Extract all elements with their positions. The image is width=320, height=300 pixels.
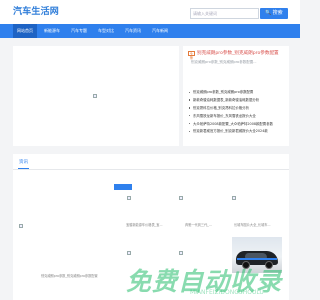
broken-image-icon[interactable] xyxy=(127,251,131,255)
grid-caption[interactable]: 别克威朗pro参数_别克威朗pro参数配置 xyxy=(41,273,98,278)
broken-image-icon[interactable] xyxy=(19,224,23,228)
car-accent-stripe xyxy=(237,258,277,260)
broken-image-icon[interactable] xyxy=(127,196,131,200)
search-input[interactable]: 请输入关键词 xyxy=(190,8,259,19)
nav-item-info[interactable]: 汽车资讯 xyxy=(121,24,145,38)
list-item-label: 东风雪铁龙新车报价_东风雪铁龙报价大全 xyxy=(193,113,256,118)
main-nav: 网站首页 新能源车 汽车专题 车型对比 汽车资讯 汽车新闻 xyxy=(0,24,300,38)
nav-item-topics[interactable]: 汽车专题 xyxy=(67,24,91,38)
nav-item-news[interactable]: 汽车新闻 xyxy=(148,24,172,38)
nav-item-home[interactable]: 网站首页 xyxy=(13,24,37,38)
section-tab-marker xyxy=(114,184,132,190)
search-icon: 🔍 xyxy=(265,10,272,16)
section-header: 资讯 xyxy=(13,154,289,170)
list-item[interactable]: 别克新君威官方报价_别克新君威报价大全2024款 xyxy=(189,127,287,135)
bullet-icon xyxy=(189,99,191,101)
list-item-label: 别克新君威官方报价_别克新君威报价大全2024款 xyxy=(193,129,268,134)
headline-summary: 别克威朗pro参数_别克威朗pro参数配置... xyxy=(191,60,257,64)
watermark-subtext: MIANFEIZIDONGSHOULU xyxy=(190,289,264,296)
list-item-label: 别克威朗pro参数_别克威朗pro参数配置 xyxy=(193,90,254,94)
headline-title-row: 头条 别克威朗pro参数_别克威朗pro参数配置 xyxy=(188,50,288,60)
search-button-label: 搜索 xyxy=(272,10,283,16)
broken-image-icon xyxy=(93,94,97,98)
bullet-icon xyxy=(189,130,191,133)
nav-item-compare[interactable]: 车型对比 xyxy=(94,24,118,38)
headline-list: 别克威朗pro参数_别克威朗pro参数配置 新款奇骏油耗数据表_新款奇骏油耗数据… xyxy=(189,88,287,135)
list-item-label: 大众帕萨特2008款配置_大众帕萨特2008款配置参数 xyxy=(193,121,273,126)
grid-caption[interactable]: 长城车图片大全_长城车... xyxy=(234,222,271,227)
broken-image-icon[interactable] xyxy=(232,196,236,200)
site-logo[interactable]: 汽车生活网 xyxy=(13,4,59,17)
list-item[interactable]: 大众帕萨特2008款配置_大众帕萨特2008款配置参数 xyxy=(189,120,287,128)
list-item[interactable]: 别克昂科拉价格_别克昂科拉价格分析 xyxy=(189,104,287,112)
section-title[interactable]: 资讯 xyxy=(19,159,28,165)
broken-image-icon[interactable] xyxy=(179,251,183,255)
list-item-label: 别克昂科拉价格_别克昂科拉价格分析 xyxy=(193,105,249,110)
list-item[interactable]: 东风雪铁龙新车报价_东风雪铁龙报价大全 xyxy=(189,112,287,120)
bullet-icon xyxy=(189,123,191,125)
headline-title[interactable]: 别克威朗pro参数_别克威朗pro参数配置 xyxy=(197,50,279,56)
bullet-icon xyxy=(189,115,191,117)
bullet-icon xyxy=(189,91,191,93)
list-item-label: 新款奇骏油耗数据表_新款奇骏油耗数据分析 xyxy=(193,97,260,102)
grid-caption[interactable]: 奔驰一代到三代_... xyxy=(185,222,212,227)
section-title-underline xyxy=(18,168,29,169)
search-button[interactable]: 🔍搜索 xyxy=(260,8,288,19)
list-item[interactable]: 新款奇骏油耗数据表_新款奇骏油耗数据分析 xyxy=(189,96,287,104)
broken-image-icon[interactable] xyxy=(179,196,183,200)
grid-caption[interactable]: 宝骏新能源车价格表_宝... xyxy=(126,222,163,227)
bullet-icon xyxy=(189,107,191,109)
nav-item-new-energy[interactable]: 新能源车 xyxy=(40,24,64,38)
list-item[interactable]: 别克威朗pro参数_别克威朗pro参数配置 xyxy=(189,88,287,96)
site-header: 汽车生活网 请输入关键词 🔍搜索 xyxy=(0,0,300,24)
hero-image[interactable] xyxy=(13,46,179,146)
headline-panel: 头条 别克威朗pro参数_别克威朗pro参数配置 别克威朗pro参数_别克威朗p… xyxy=(183,46,289,146)
page: 汽车生活网 请输入关键词 🔍搜索 网站首页 新能源车 汽车专题 车型对比 汽车资… xyxy=(0,0,300,300)
headline-badge: 头条 xyxy=(188,51,195,60)
